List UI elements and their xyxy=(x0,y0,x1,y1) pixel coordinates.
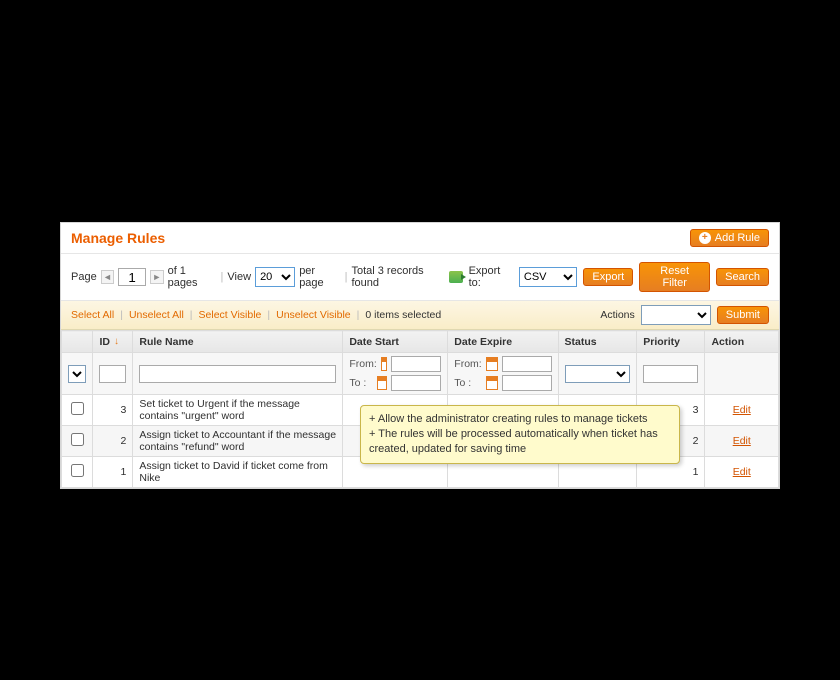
col-checkbox[interactable] xyxy=(62,331,93,353)
page-input[interactable] xyxy=(118,268,146,286)
row-checkbox[interactable] xyxy=(71,464,84,477)
add-rule-label: Add Rule xyxy=(715,232,760,244)
filter-ds-from[interactable] xyxy=(391,356,441,372)
per-page-select[interactable]: 20 xyxy=(255,267,295,287)
col-id[interactable]: ID↓ xyxy=(93,331,133,353)
select-all-link[interactable]: Select All xyxy=(71,309,114,321)
prev-page-button[interactable]: ◄ xyxy=(101,270,114,284)
col-priority[interactable]: Priority xyxy=(637,331,705,353)
row-checkbox[interactable] xyxy=(71,433,84,446)
header: Manage Rules + Add Rule xyxy=(61,223,779,254)
filter-row: Any From: To : From: To : xyxy=(62,353,779,395)
selection-bar: Select All | Unselect All | Select Visib… xyxy=(61,301,779,330)
divider: | xyxy=(221,271,224,283)
export-label: Export to: xyxy=(469,265,513,289)
col-rule-name[interactable]: Rule Name xyxy=(133,331,343,353)
info-tooltip: + Allow the administrator creating rules… xyxy=(360,405,680,464)
col-date-start[interactable]: Date Start xyxy=(343,331,448,353)
edit-link[interactable]: Edit xyxy=(733,435,751,447)
filter-status-select[interactable] xyxy=(565,365,631,383)
cell-id: 3 xyxy=(93,395,133,426)
actions-select[interactable] xyxy=(641,305,711,325)
col-date-expire[interactable]: Date Expire xyxy=(448,331,558,353)
filter-de-from[interactable] xyxy=(502,356,552,372)
export-format-select[interactable]: CSV xyxy=(519,267,578,287)
cell-id: 1 xyxy=(93,457,133,488)
stage: Manage Rules + Add Rule Page ◄ ► of 1 pa… xyxy=(0,0,840,680)
per-page-label: per page xyxy=(299,265,340,289)
reset-filter-button[interactable]: Reset Filter xyxy=(639,262,710,292)
actions-label: Actions xyxy=(600,309,634,321)
cell-name: Set ticket to Urgent if the message cont… xyxy=(133,395,343,426)
selected-count: 0 items selected xyxy=(365,309,441,321)
total-records-label: Total 3 records found xyxy=(351,265,449,289)
filter-ds-to[interactable] xyxy=(391,375,441,391)
col-status[interactable]: Status xyxy=(558,331,637,353)
search-button[interactable]: Search xyxy=(716,268,769,286)
table-header-row: ID↓ Rule Name Date Start Date Expire Sta… xyxy=(62,331,779,353)
divider: | xyxy=(345,271,348,283)
row-checkbox[interactable] xyxy=(71,402,84,415)
toolbar-left: Page ◄ ► of 1 pages | View 20 per page |… xyxy=(71,265,449,289)
cell-name: Assign ticket to David if ticket come fr… xyxy=(133,457,343,488)
filter-id-input[interactable] xyxy=(99,365,126,383)
unselect-all-link[interactable]: Unselect All xyxy=(129,309,184,321)
plus-icon: + xyxy=(699,232,711,244)
sort-desc-icon: ↓ xyxy=(114,336,119,347)
view-label: View xyxy=(227,271,251,283)
calendar-icon[interactable] xyxy=(381,357,388,371)
unselect-visible-link[interactable]: Unselect Visible xyxy=(276,309,351,321)
page-title: Manage Rules xyxy=(71,230,165,246)
calendar-icon[interactable] xyxy=(486,357,498,371)
filter-de-to[interactable] xyxy=(502,375,552,391)
toolbar: Page ◄ ► of 1 pages | View 20 per page |… xyxy=(61,254,779,301)
add-rule-button[interactable]: + Add Rule xyxy=(690,229,769,247)
of-pages-label: of 1 pages xyxy=(168,265,217,289)
edit-link[interactable]: Edit xyxy=(733,466,751,478)
cell-name: Assign ticket to Accountant if the messa… xyxy=(133,426,343,457)
actions-group: Actions Submit xyxy=(600,305,769,325)
export-icon xyxy=(449,271,462,283)
export-button[interactable]: Export xyxy=(583,268,633,286)
calendar-icon[interactable] xyxy=(377,376,387,390)
filter-any-select[interactable]: Any xyxy=(68,365,86,383)
submit-button[interactable]: Submit xyxy=(717,306,769,324)
calendar-icon[interactable] xyxy=(486,376,498,390)
tooltip-line: + Allow the administrator creating rules… xyxy=(369,412,671,427)
cell-id: 2 xyxy=(93,426,133,457)
next-page-button[interactable]: ► xyxy=(150,270,163,284)
edit-link[interactable]: Edit xyxy=(733,404,751,416)
col-action: Action xyxy=(705,331,779,353)
toolbar-right: Export to: CSV Export Reset Filter Searc… xyxy=(449,262,769,292)
filter-priority-input[interactable] xyxy=(643,365,698,383)
page-label: Page xyxy=(71,271,97,283)
filter-name-input[interactable] xyxy=(139,365,336,383)
tooltip-line: + The rules will be processed automatica… xyxy=(369,427,671,457)
select-visible-link[interactable]: Select Visible xyxy=(199,309,262,321)
